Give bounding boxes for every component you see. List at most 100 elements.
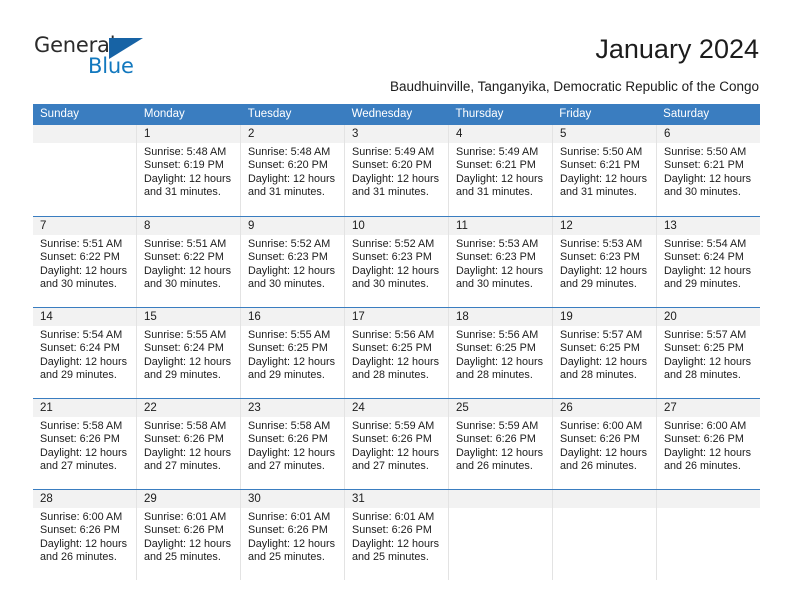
day-number: 26 bbox=[553, 399, 656, 417]
day-info: Sunrise: 6:00 AM Sunset: 6:26 PM Daylight:… bbox=[33, 508, 136, 564]
calendar-day-cell[interactable]: 8 Sunrise: 5:51 AM Sunset: 6:22 PM Daylight… bbox=[137, 217, 241, 307]
calendar-day-cell[interactable]: 1 Sunrise: 5:48 AM Sunset: 6:19 PM Daylight… bbox=[137, 125, 241, 216]
calendar-day-cell[interactable]: 16 Sunrise: 5:55 AM Sunset: 6:25 PM Dayligh… bbox=[241, 308, 345, 398]
day-info: Sunrise: 5:49 AM Sunset: 6:20 PM Daylight:… bbox=[345, 143, 448, 199]
day-number: 16 bbox=[241, 308, 344, 326]
calendar-day-cell[interactable]: 17 Sunrise: 5:56 AM Sunset: 6:25 PM Dayligh… bbox=[345, 308, 449, 398]
sunset-text: Sunset: 6:23 PM bbox=[456, 251, 536, 264]
calendar-day-cell[interactable]: 6 Sunrise: 5:50 AM Sunset: 6:21 PM Daylight… bbox=[657, 125, 760, 216]
daylight-text-line2: and 26 minutes. bbox=[560, 459, 637, 472]
day-number: 4 bbox=[449, 125, 552, 143]
daylight-text-line1: Daylight: 12 hours bbox=[456, 172, 544, 185]
calendar-day-cell[interactable]: 31 Sunrise: 6:01 AM Sunset: 6:26 PM Dayligh… bbox=[345, 490, 449, 580]
day-info: Sunrise: 5:57 AM Sunset: 6:25 PM Daylight:… bbox=[657, 326, 760, 382]
daylight-text-line2: and 27 minutes. bbox=[248, 459, 325, 472]
daylight-text-line1: Daylight: 12 hours bbox=[664, 264, 752, 277]
calendar-day-cell[interactable]: 13 Sunrise: 5:54 AM Sunset: 6:24 PM Dayligh… bbox=[657, 217, 760, 307]
day-number: 27 bbox=[657, 399, 760, 417]
daylight-text-line1: Daylight: 12 hours bbox=[248, 264, 336, 277]
calendar-day-cell[interactable]: 11 Sunrise: 5:53 AM Sunset: 6:23 PM Dayligh… bbox=[449, 217, 553, 307]
daylight-text-line2: and 27 minutes. bbox=[352, 459, 429, 472]
calendar-day-cell[interactable]: 5 Sunrise: 5:50 AM Sunset: 6:21 PM Daylight… bbox=[553, 125, 657, 216]
daylight-text-line1: Daylight: 12 hours bbox=[456, 355, 544, 368]
day-number: 14 bbox=[33, 308, 136, 326]
day-number: 5 bbox=[553, 125, 656, 143]
calendar-day-cell[interactable]: 2 Sunrise: 5:48 AM Sunset: 6:20 PM Daylight… bbox=[241, 125, 345, 216]
day-number: 25 bbox=[449, 399, 552, 417]
calendar-day-cell[interactable]: 10 Sunrise: 5:52 AM Sunset: 6:23 PM Dayligh… bbox=[345, 217, 449, 307]
calendar-day-cell[interactable]: 23 Sunrise: 5:58 AM Sunset: 6:26 PM Dayligh… bbox=[241, 399, 345, 489]
weekday-header-wednesday: Wednesday bbox=[351, 108, 413, 120]
calendar-day-cell[interactable]: 22 Sunrise: 5:58 AM Sunset: 6:26 PM Dayligh… bbox=[137, 399, 241, 489]
calendar-day-cell[interactable]: 4 Sunrise: 5:49 AM Sunset: 6:21 PM Daylight… bbox=[449, 125, 553, 216]
sunset-text: Sunset: 6:25 PM bbox=[352, 342, 432, 355]
daylight-text-line2: and 29 minutes. bbox=[560, 277, 637, 290]
day-number: 13 bbox=[657, 217, 760, 235]
sunset-text: Sunset: 6:22 PM bbox=[144, 251, 224, 264]
calendar-weeks: 1 Sunrise: 5:48 AM Sunset: 6:19 PM Daylight… bbox=[33, 125, 760, 580]
daylight-text-line2: and 25 minutes. bbox=[248, 550, 325, 563]
day-info: Sunrise: 5:56 AM Sunset: 6:25 PM Daylight:… bbox=[345, 326, 448, 382]
calendar-day-cell[interactable]: 28 Sunrise: 6:00 AM Sunset: 6:26 PM Dayligh… bbox=[33, 490, 137, 580]
daylight-text-line1: Daylight: 12 hours bbox=[248, 446, 336, 459]
sunset-text: Sunset: 6:25 PM bbox=[664, 342, 744, 355]
calendar-day-cell[interactable]: 3 Sunrise: 5:49 AM Sunset: 6:20 PM Daylight… bbox=[345, 125, 449, 216]
calendar-day-cell[interactable]: 7 Sunrise: 5:51 AM Sunset: 6:22 PM Daylight… bbox=[33, 217, 137, 307]
sunrise-text: Sunrise: 5:59 AM bbox=[352, 420, 435, 432]
daylight-text-line2: and 26 minutes. bbox=[456, 459, 533, 472]
sunset-text: Sunset: 6:26 PM bbox=[144, 433, 224, 446]
sunset-text: Sunset: 6:21 PM bbox=[456, 159, 536, 172]
daylight-text-line1: Daylight: 12 hours bbox=[352, 537, 440, 550]
day-info: Sunrise: 6:01 AM Sunset: 6:26 PM Daylight:… bbox=[241, 508, 344, 564]
calendar-day-cell[interactable]: 21 Sunrise: 5:58 AM Sunset: 6:26 PM Dayligh… bbox=[33, 399, 137, 489]
day-info: Sunrise: 5:54 AM Sunset: 6:24 PM Daylight:… bbox=[657, 235, 760, 291]
calendar-day-cell[interactable]: 27 Sunrise: 6:00 AM Sunset: 6:26 PM Dayligh… bbox=[657, 399, 760, 489]
daylight-text-line1: Daylight: 12 hours bbox=[144, 446, 232, 459]
sunset-text: Sunset: 6:26 PM bbox=[40, 433, 120, 446]
calendar-day-cell[interactable]: 14 Sunrise: 5:54 AM Sunset: 6:24 PM Dayligh… bbox=[33, 308, 137, 398]
calendar-page: General Blue January 2024 Baudhuinville,… bbox=[0, 0, 792, 612]
daylight-text-line2: and 31 minutes. bbox=[456, 185, 533, 198]
sunrise-text: Sunrise: 5:57 AM bbox=[560, 329, 643, 341]
daylight-text-line1: Daylight: 12 hours bbox=[248, 172, 336, 185]
brand-logo[interactable]: General Blue bbox=[34, 33, 164, 79]
calendar-day-cell[interactable]: 15 Sunrise: 5:55 AM Sunset: 6:24 PM Dayligh… bbox=[137, 308, 241, 398]
calendar-day-cell[interactable]: 26 Sunrise: 6:00 AM Sunset: 6:26 PM Dayligh… bbox=[553, 399, 657, 489]
sunset-text: Sunset: 6:23 PM bbox=[560, 251, 640, 264]
sunrise-text: Sunrise: 5:53 AM bbox=[560, 238, 643, 250]
calendar-day-cell[interactable]: 30 Sunrise: 6:01 AM Sunset: 6:26 PM Dayligh… bbox=[241, 490, 345, 580]
weekday-header-thursday: Thursday bbox=[455, 108, 504, 120]
sunrise-text: Sunrise: 5:48 AM bbox=[248, 146, 331, 158]
calendar-week-row: 21 Sunrise: 5:58 AM Sunset: 6:26 PM Dayligh… bbox=[33, 398, 760, 489]
calendar-day-cell[interactable]: 25 Sunrise: 5:59 AM Sunset: 6:26 PM Dayligh… bbox=[449, 399, 553, 489]
calendar-day-cell[interactable]: 29 Sunrise: 6:01 AM Sunset: 6:26 PM Dayligh… bbox=[137, 490, 241, 580]
calendar-day-cell[interactable]: 12 Sunrise: 5:53 AM Sunset: 6:23 PM Dayligh… bbox=[553, 217, 657, 307]
sunrise-text: Sunrise: 5:59 AM bbox=[456, 420, 539, 432]
daylight-text-line2: and 29 minutes. bbox=[144, 368, 221, 381]
daylight-text-line1: Daylight: 12 hours bbox=[664, 355, 752, 368]
calendar-day-cell-empty bbox=[33, 125, 137, 216]
sunset-text: Sunset: 6:23 PM bbox=[352, 251, 432, 264]
calendar-grid: Sunday Monday Tuesday Wednesday Thursday Frid… bbox=[33, 104, 760, 580]
day-number: 2 bbox=[241, 125, 344, 143]
day-info: Sunrise: 5:55 AM Sunset: 6:24 PM Daylight:… bbox=[137, 326, 240, 382]
day-info: Sunrise: 6:00 AM Sunset: 6:26 PM Daylight:… bbox=[657, 417, 760, 473]
daylight-text-line1: Daylight: 12 hours bbox=[40, 446, 128, 459]
calendar-day-cell[interactable]: 9 Sunrise: 5:52 AM Sunset: 6:23 PM Daylight… bbox=[241, 217, 345, 307]
calendar-day-cell[interactable]: 20 Sunrise: 5:57 AM Sunset: 6:25 PM Dayligh… bbox=[657, 308, 760, 398]
weekday-header-monday: Monday bbox=[143, 108, 185, 120]
calendar-day-cell[interactable]: 24 Sunrise: 5:59 AM Sunset: 6:26 PM Dayligh… bbox=[345, 399, 449, 489]
sunrise-text: Sunrise: 5:49 AM bbox=[456, 146, 539, 158]
sunset-text: Sunset: 6:25 PM bbox=[560, 342, 640, 355]
calendar-day-cell[interactable]: 18 Sunrise: 5:56 AM Sunset: 6:25 PM Dayligh… bbox=[449, 308, 553, 398]
sunset-text: Sunset: 6:26 PM bbox=[456, 433, 536, 446]
page-subtitle: Baudhuinville, Tanganyika, Democratic Re… bbox=[390, 79, 759, 94]
sunrise-text: Sunrise: 5:54 AM bbox=[40, 329, 123, 341]
daylight-text-line1: Daylight: 12 hours bbox=[40, 355, 128, 368]
day-info: Sunrise: 5:57 AM Sunset: 6:25 PM Daylight:… bbox=[553, 326, 656, 382]
sunset-text: Sunset: 6:22 PM bbox=[40, 251, 120, 264]
day-number: 19 bbox=[553, 308, 656, 326]
day-number: 18 bbox=[449, 308, 552, 326]
calendar-day-cell[interactable]: 19 Sunrise: 5:57 AM Sunset: 6:25 PM Dayligh… bbox=[553, 308, 657, 398]
sunrise-text: Sunrise: 5:48 AM bbox=[144, 146, 227, 158]
